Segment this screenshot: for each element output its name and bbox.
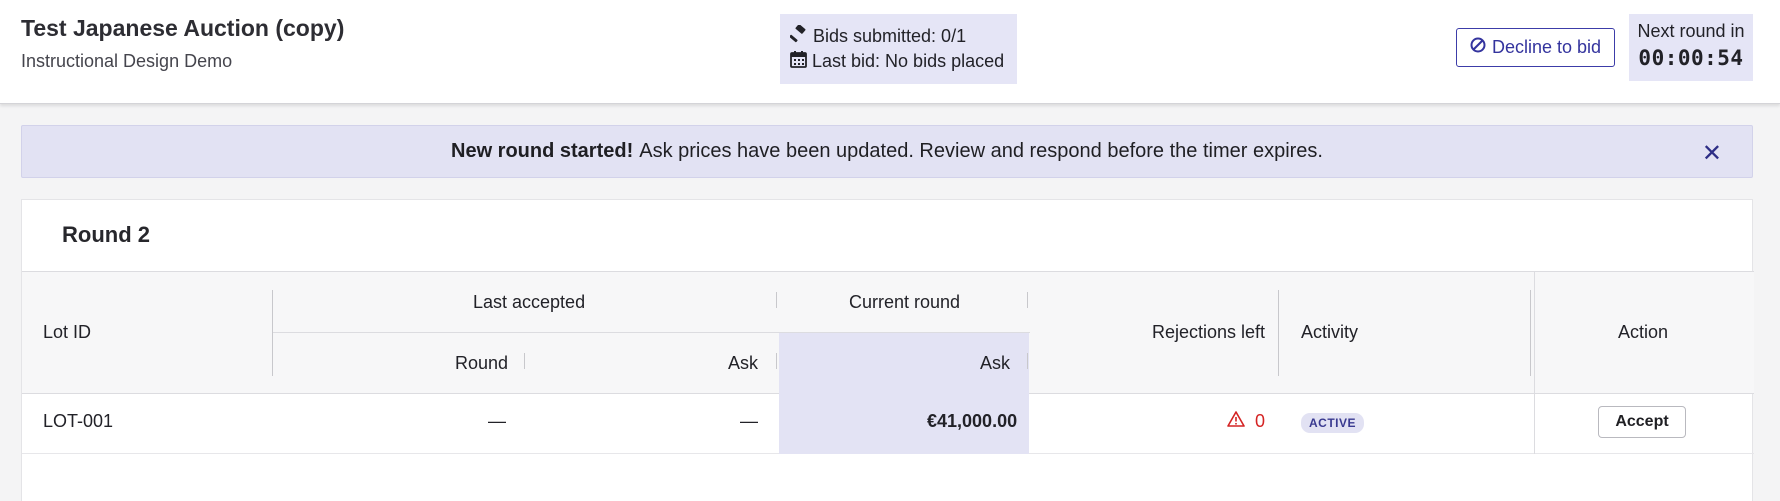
cell-last-round: — <box>488 411 506 431</box>
rejections-left-value: 0 <box>1254 411 1265 431</box>
header-current-round: Current round <box>849 292 961 312</box>
column-separator <box>1278 290 1279 376</box>
cell-lot-id: LOT-001 <box>43 411 114 431</box>
table-row: LOT-001 — — €41,000.00 0 ACTIVE Accept <box>22 394 1754 454</box>
close-icon[interactable]: ✕ <box>1702 139 1722 168</box>
header-ask: Ask <box>728 353 759 373</box>
next-round-timer: Next round in 00:00:54 <box>1629 14 1753 81</box>
column-separator <box>524 353 525 369</box>
last-bid-line: Last bid: No bids placed <box>790 49 1007 74</box>
last-bid-text: Last bid: No bids placed <box>812 51 1005 71</box>
ban-icon <box>1470 37 1486 58</box>
bids-submitted-line: Bids submitted: 0/1 <box>789 24 1007 49</box>
header-activity: Activity <box>1301 322 1359 342</box>
lots-table: Lot ID Last accepted Current round Round… <box>22 271 1754 454</box>
auction-title: Test Japanese Auction (copy) <box>21 15 345 41</box>
column-separator <box>1027 292 1028 308</box>
header-current-ask: Ask <box>980 353 1011 373</box>
bid-status-box: Bids submitted: 0/1 Last bid: No bids pl… <box>780 14 1017 84</box>
bids-submitted-text: Bids submitted: 0/1 <box>813 26 967 46</box>
header-divider <box>273 332 1030 333</box>
column-separator <box>1530 290 1531 376</box>
countdown-value: 00:00:54 <box>1638 46 1744 70</box>
round-title: Round 2 <box>62 222 150 247</box>
banner-message: Ask prices have been updated. Review and… <box>639 140 1323 162</box>
action-column-border <box>1534 272 1535 395</box>
status-badge: ACTIVE <box>1301 413 1365 433</box>
cell-last-ask: — <box>740 411 758 431</box>
decline-to-bid-button[interactable]: Decline to bid <box>1456 28 1615 67</box>
header-action: Action <box>1618 322 1669 342</box>
column-separator <box>776 353 777 369</box>
header-round: Round <box>455 353 509 373</box>
banner-heading: New round started! <box>451 140 634 162</box>
table-header: Lot ID Last accepted Current round Round… <box>22 271 1754 395</box>
header-last-accepted: Last accepted <box>473 292 586 312</box>
action-column-border <box>1534 394 1535 454</box>
decline-label: Decline to bid <box>1491 37 1602 57</box>
warning-icon <box>1227 411 1245 432</box>
app-header: Test Japanese Auction (copy) Instruction… <box>0 0 1780 104</box>
new-round-banner: New round started! Ask prices have been … <box>21 125 1753 178</box>
calendar-icon <box>790 50 812 73</box>
column-separator <box>776 292 777 308</box>
round-panel: Round 2 Lot ID Last accepted Current rou… <box>21 199 1754 501</box>
rejections-left-cell: 0 <box>1227 411 1265 432</box>
next-round-label: Next round in <box>1637 21 1745 41</box>
cell-current-ask: €41,000.00 <box>927 411 1018 431</box>
accept-button[interactable]: Accept <box>1598 406 1686 438</box>
gavel-icon <box>789 24 813 48</box>
auction-subtitle: Instructional Design Demo <box>21 51 233 71</box>
header-rejections-left: Rejections left <box>1152 322 1266 342</box>
column-separator <box>272 290 273 376</box>
column-separator <box>1027 353 1028 369</box>
header-lot-id: Lot ID <box>43 322 92 342</box>
